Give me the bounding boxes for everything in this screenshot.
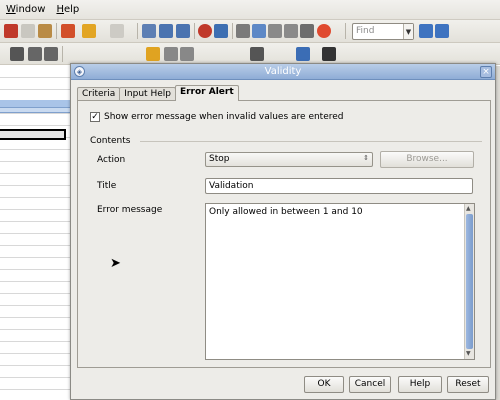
toolbar-separator — [232, 23, 233, 39]
section-divider — [140, 141, 482, 142]
sort-ascending-icon[interactable] — [159, 24, 173, 38]
menu-help-label: elp — [63, 4, 80, 15]
dialog-titlebar[interactable]: ◈ Validity × — [71, 64, 495, 80]
tab-criteria[interactable]: Criteria — [77, 87, 121, 101]
contents-section-label: Contents — [90, 136, 131, 146]
action-label: Action — [97, 155, 126, 165]
number-format-icon[interactable] — [180, 47, 194, 61]
error-alert-panel: ✓ Show error message when invalid values… — [77, 100, 491, 368]
toolbar-separator — [194, 23, 195, 39]
toolbar-separator — [56, 23, 57, 39]
show-error-row[interactable]: ✓ Show error message when invalid values… — [90, 112, 344, 122]
draw-functions-icon[interactable] — [214, 24, 228, 38]
mouse-pointer-icon: ➤ — [110, 256, 121, 271]
error-message-text: Only allowed in between 1 and 10 — [209, 207, 363, 217]
menu-window-label: indow — [15, 4, 46, 15]
clone-formatting-icon[interactable] — [61, 24, 75, 38]
zoom-icon[interactable] — [300, 24, 314, 38]
cut-icon[interactable] — [4, 24, 18, 38]
sort-descending-icon[interactable] — [176, 24, 190, 38]
formatting-toolbar — [0, 43, 500, 65]
reset-button[interactable]: Reset — [447, 376, 489, 393]
menubar: Window Help — [0, 0, 500, 20]
action-select-value: Stop — [209, 154, 230, 164]
copy-icon[interactable] — [21, 24, 35, 38]
underline-icon[interactable] — [44, 47, 58, 61]
toolbar-separator — [137, 23, 138, 39]
error-message-scrollbar[interactable]: ▲ ▼ — [464, 204, 474, 359]
menu-help-mnemonic: H — [56, 4, 64, 15]
tab-error-alert[interactable]: Error Alert — [174, 85, 239, 101]
browse-button[interactable]: Browse... — [380, 151, 474, 168]
updown-arrows-icon: ⇕ — [363, 154, 369, 162]
dialog-button-bar: OK Cancel Help Reset — [71, 371, 495, 399]
title-field[interactable]: Validation — [205, 178, 473, 194]
column-header-row — [0, 100, 70, 108]
action-select[interactable]: Stop ⇕ — [205, 152, 373, 167]
font-color-icon[interactable] — [322, 47, 336, 61]
show-error-checkbox[interactable]: ✓ — [90, 112, 100, 122]
redo-icon[interactable] — [110, 24, 124, 38]
menu-help[interactable]: Help — [50, 4, 84, 15]
ok-button[interactable]: OK — [304, 376, 344, 393]
show-error-checkbox-label[interactable]: Show error message when invalid values a… — [104, 112, 344, 122]
bold-icon[interactable] — [10, 47, 24, 61]
borders-icon[interactable] — [250, 47, 264, 61]
validity-dialog: ◈ Validity × Criteria Input Help Error A… — [70, 63, 496, 400]
title-label: Title — [97, 181, 117, 191]
tab-bar: Criteria Input Help Error Alert — [77, 85, 239, 101]
scroll-down-icon[interactable]: ▼ — [466, 350, 471, 357]
dialog-title: Validity — [264, 66, 302, 77]
navigator-icon[interactable] — [236, 24, 250, 38]
toolbar-separator — [62, 46, 63, 62]
undo-icon[interactable] — [82, 24, 96, 38]
close-icon[interactable]: × — [480, 66, 492, 78]
toolbar-separator — [345, 23, 346, 39]
menu-window[interactable]: Window — [0, 4, 50, 15]
background-color-icon[interactable] — [296, 47, 310, 61]
help-icon[interactable] — [317, 24, 331, 38]
menu-window-mnemonic: W — [6, 4, 16, 15]
paste-icon[interactable] — [38, 24, 52, 38]
selected-cell[interactable] — [0, 129, 66, 140]
find-dropdown-icon[interactable]: ▼ — [403, 24, 413, 39]
datasources-icon[interactable] — [268, 24, 282, 38]
standard-toolbar: Find ▼ — [0, 20, 500, 43]
currency-format-icon[interactable] — [146, 47, 160, 61]
cancel-button[interactable]: Cancel — [349, 376, 391, 393]
scroll-thumb[interactable] — [466, 214, 473, 349]
error-message-label: Error message — [97, 205, 163, 215]
hyperlink-icon[interactable] — [142, 24, 156, 38]
percent-format-icon[interactable] — [164, 47, 178, 61]
gallery-icon[interactable] — [252, 24, 266, 38]
scroll-up-icon[interactable]: ▲ — [466, 205, 471, 212]
italic-icon[interactable] — [28, 47, 42, 61]
tab-input-help[interactable]: Input Help — [119, 87, 176, 101]
find-next-icon[interactable] — [419, 24, 433, 38]
column-header-highlight — [0, 108, 70, 113]
help-button[interactable]: Help — [398, 376, 442, 393]
error-message-field[interactable]: Only allowed in between 1 and 10 ▲ ▼ — [205, 203, 475, 360]
insert-chart-icon[interactable] — [198, 24, 212, 38]
find-previous-icon[interactable] — [435, 24, 449, 38]
sidebar-icon[interactable] — [284, 24, 298, 38]
